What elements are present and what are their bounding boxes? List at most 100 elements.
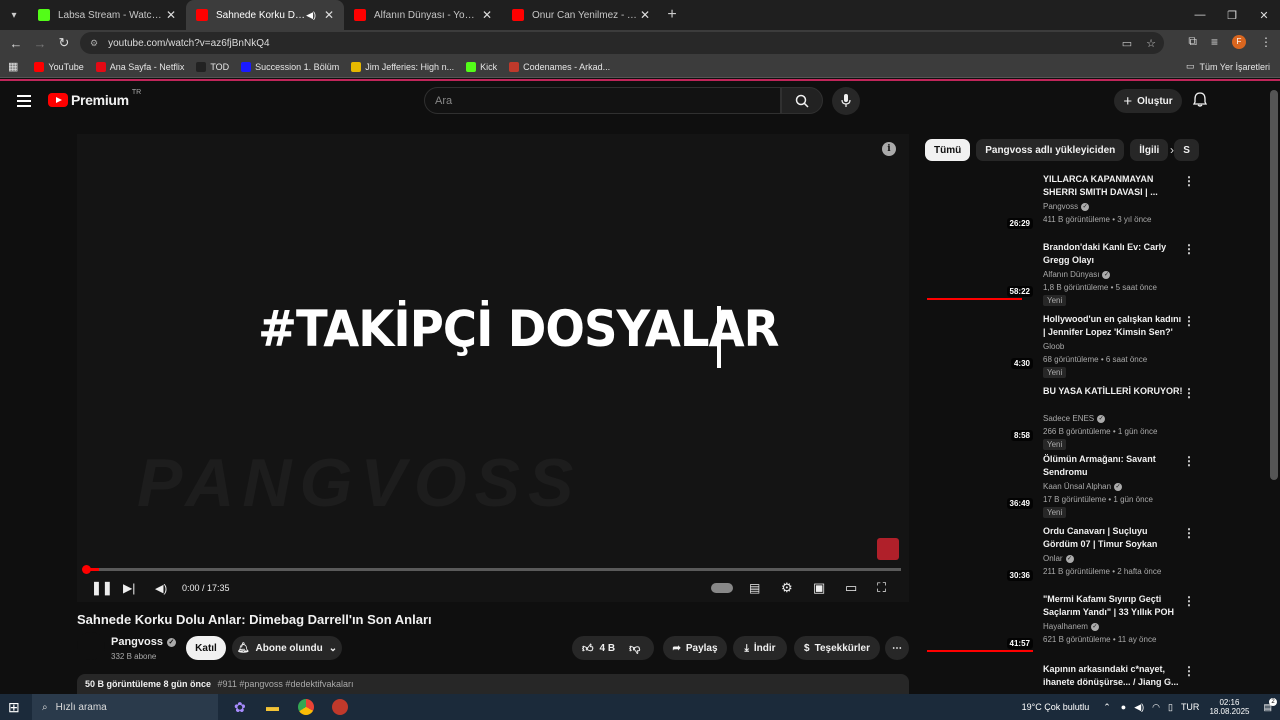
recommendation-item[interactable]: 26:29 YILLARCA KAPANMAYAN SHERRI SMITH DA… — [925, 170, 1270, 236]
cast-icon[interactable]: ▭ — [1122, 37, 1132, 50]
battery-icon[interactable]: ▯ — [1168, 702, 1173, 713]
recommendation-channel[interactable]: Pangvoss ✓ — [1043, 202, 1090, 211]
restore-icon[interactable]: ❐ — [1216, 0, 1248, 30]
tab-close-icon[interactable]: ✕ — [480, 8, 494, 22]
recommendation-item[interactable]: 30:36 Ordu Canavarı | Suçluyu Gördüm 07 |… — [925, 522, 1270, 588]
guide-menu-icon[interactable] — [17, 95, 31, 110]
subscribed-button[interactable]: 🔔︎ Abone olundu ⌄ — [232, 636, 342, 660]
bookmark-item[interactable]: YouTube — [34, 61, 84, 72]
language-indicator[interactable]: TUR — [1181, 702, 1200, 712]
recommendation-menu-icon[interactable]: ⋮ — [1183, 174, 1195, 188]
bookmark-item[interactable]: Jim Jefferies: High n... — [351, 61, 454, 72]
copilot-icon[interactable]: ✿ — [234, 699, 246, 716]
url-bar[interactable]: ⚙ youtube.com/watch?v=az6fjBnNkQ4 ▭ ☆ — [80, 32, 1164, 54]
bookmark-item[interactable]: TOD — [196, 61, 229, 72]
recommendation-item[interactable]: 8:58 BU YASA KATİLLERİ KORUYOR! Sadece ENE… — [925, 382, 1270, 450]
recommendation-menu-icon[interactable]: ⋮ — [1183, 386, 1195, 400]
recommendation-thumbnail[interactable]: 26:29 — [925, 170, 1035, 232]
recommendation-menu-icon[interactable]: ⋮ — [1183, 594, 1195, 608]
miniplayer-icon[interactable]: ▣ — [813, 580, 825, 596]
volume-icon[interactable]: ◀) — [155, 582, 167, 595]
scrollbar[interactable] — [1270, 90, 1278, 480]
browser-tab[interactable]: Sahnede Korku Dolu Anlar: Dimebag◀) ✕ — [186, 0, 344, 30]
autoplay-toggle[interactable] — [711, 583, 733, 593]
recommendation-channel[interactable]: Hayalhanem ✓ — [1043, 622, 1099, 631]
like-icon[interactable]: 👍︎ — [582, 642, 594, 655]
share-button[interactable]: ➦ Paylaş — [663, 636, 727, 660]
recommendation-title[interactable]: Ordu Canavarı | Suçluyu Gördüm 07 | Timu… — [1043, 525, 1183, 551]
youtube-premium-logo[interactable]: Premium TR — [48, 89, 141, 108]
info-icon[interactable]: i — [882, 142, 896, 156]
recommendation-item[interactable]: Kapının arkasındaki c*nayet, ihanete dön… — [925, 660, 1270, 690]
video-player[interactable]: PANGVOSS #TAKİPÇİ DOSYALAR ❚❚ ▶| ◀) 0:00… — [77, 134, 909, 602]
windows-start-icon[interactable]: ⊞ — [8, 699, 20, 716]
recommendation-item[interactable]: 36:49 Ölümün Armağanı: Savant Sendromu Kaa… — [925, 450, 1270, 518]
like-count[interactable]: 4 B — [600, 643, 616, 654]
channel-branding-icon[interactable] — [877, 538, 899, 560]
browser-tab[interactable]: Labsa Stream - Watch Live on Kick✕ — [28, 0, 186, 30]
description-box[interactable]: 50 B görüntüleme 8 gün önce #911 #pangvo… — [77, 674, 909, 694]
chrome-icon[interactable] — [298, 699, 314, 715]
taskbar-search[interactable]: ⌕ Hızlı arama — [32, 694, 218, 720]
search-button[interactable] — [781, 87, 823, 114]
next-icon[interactable]: ▶| — [123, 581, 135, 595]
tab-close-icon[interactable]: ✕ — [322, 8, 336, 22]
recommendation-item[interactable]: 58:22 Brandon'daki Kanlı Ev: Carly Gregg … — [925, 238, 1270, 306]
app-icon[interactable] — [332, 699, 348, 715]
browser-tab[interactable]: Alfanın Dünyası - YouTube✕ — [344, 0, 502, 30]
filter-chip[interactable]: Tümü — [925, 139, 971, 161]
tab-close-icon[interactable]: ✕ — [638, 8, 652, 22]
close-window-icon[interactable]: ✕ — [1248, 0, 1280, 30]
chevron-right-icon[interactable]: › — [1170, 143, 1174, 157]
site-info-icon[interactable]: ⚙ — [90, 38, 98, 49]
tray-overflow-icon[interactable]: ⌃ — [1103, 702, 1111, 713]
recommendation-menu-icon[interactable]: ⋮ — [1183, 314, 1195, 328]
theater-mode-icon[interactable]: ▭ — [845, 580, 857, 596]
recommendation-title[interactable]: YILLARCA KAPANMAYAN SHERRI SMITH DAVASI … — [1043, 173, 1183, 199]
tab-audio-icon[interactable]: ◀) — [306, 10, 316, 21]
recommendation-channel[interactable]: Gloob — [1043, 342, 1064, 351]
recommendation-menu-icon[interactable]: ⋮ — [1183, 242, 1195, 256]
clock[interactable]: 02:16 18.08.2025 — [1209, 698, 1249, 716]
notification-center-icon[interactable]: ▤ 2 — [1263, 697, 1277, 713]
minimize-icon[interactable]: — — [1184, 0, 1216, 30]
bookmark-item[interactable]: Ana Sayfa - Netflix — [95, 61, 184, 72]
filter-chip[interactable]: İlgili — [1130, 139, 1169, 161]
recommendation-item[interactable]: 41:57 "Mermi Kafamı Sıyırıp Geçti Saçları… — [925, 590, 1270, 656]
more-actions-icon[interactable]: ⋯ — [885, 636, 909, 660]
notifications-bell-icon[interactable] — [1192, 92, 1208, 110]
network-icon[interactable]: ◠ — [1152, 702, 1160, 713]
file-explorer-icon[interactable]: ▬ — [266, 699, 279, 714]
recommendation-thumbnail[interactable]: 41:57 — [925, 590, 1035, 652]
recommendation-item[interactable]: 4:30 Hollywood'un en çalışkan kadını | Je… — [925, 310, 1270, 378]
download-button[interactable]: ⤓ İndir — [733, 636, 787, 660]
create-button[interactable]: + Oluştur — [1114, 89, 1182, 113]
recommendation-title[interactable]: Hollywood'un en çalışkan kadını | Jennif… — [1043, 313, 1183, 339]
recommendation-thumbnail[interactable]: 36:49 — [925, 450, 1035, 512]
recommendation-channel[interactable]: Onlar ✓ — [1043, 554, 1074, 563]
extensions-icon[interactable]: ⧉ — [1188, 34, 1197, 49]
recommendation-title[interactable]: BU YASA KATİLLERİ KORUYOR! — [1043, 385, 1183, 398]
filter-chip[interactable]: Pangvoss adlı yükleyiciden — [976, 139, 1125, 161]
weather-widget[interactable]: 19°C Çok bulutlu — [1022, 702, 1090, 712]
media-control-icon[interactable]: ≡ — [1211, 35, 1218, 49]
tab-search-chevron-icon[interactable]: ▾ — [0, 0, 28, 30]
bookmark-item[interactable]: Kick — [466, 61, 497, 72]
browser-menu-icon[interactable]: ⋮ — [1260, 35, 1272, 49]
recommendation-thumbnail[interactable]: 30:36 — [925, 522, 1035, 584]
recommendation-channel[interactable]: Sadece ENES ✓ — [1043, 414, 1106, 423]
all-bookmarks[interactable]: ▭ Tüm Yer İşaretleri — [1186, 61, 1270, 72]
forward-icon[interactable]: → — [28, 36, 52, 51]
bookmark-item[interactable]: Codenames - Arkad... — [509, 61, 610, 72]
recommendation-title[interactable]: Ölümün Armağanı: Savant Sendromu — [1043, 453, 1183, 479]
scrubber-handle[interactable] — [82, 565, 91, 574]
browser-tab[interactable]: Onur Can Yenilmez - YouTube✕ — [502, 0, 660, 30]
recommendation-title[interactable]: Brandon'daki Kanlı Ev: Carly Gregg Olayı — [1043, 241, 1183, 267]
subtitles-icon[interactable]: ▤ — [749, 581, 760, 595]
mic-tray-icon[interactable]: ● — [1121, 702, 1126, 712]
recommendation-menu-icon[interactable]: ⋮ — [1183, 526, 1195, 540]
recommendation-channel[interactable]: Kaan Ünsal Alphan ✓ — [1043, 482, 1123, 491]
recommendation-thumbnail[interactable]: 8:58 — [925, 382, 1035, 444]
filter-chip[interactable]: S — [1174, 139, 1199, 161]
voice-search-button[interactable] — [832, 87, 860, 115]
